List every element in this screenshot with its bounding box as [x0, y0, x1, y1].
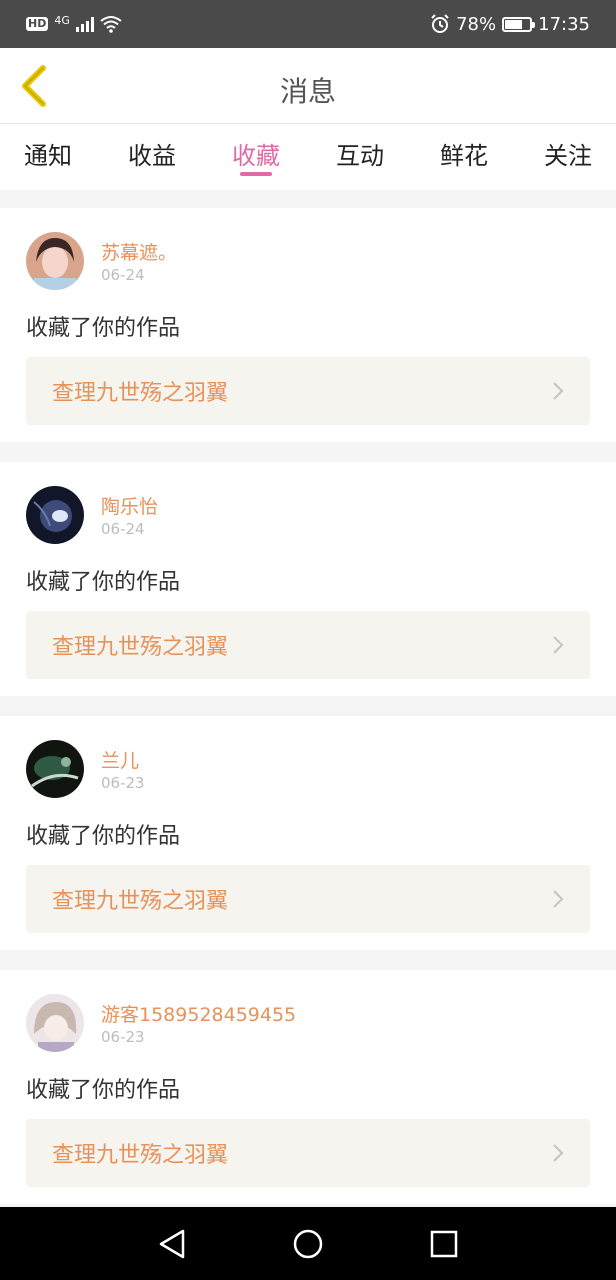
battery-percent: 78%: [456, 13, 497, 35]
action-text: 收藏了你的作品: [26, 570, 181, 595]
work-link[interactable]: 查理九世殇之羽翼: [26, 611, 590, 679]
timestamp: 06-23: [101, 1028, 145, 1046]
work-title: 查理九世殇之羽翼: [52, 1143, 229, 1168]
network-type: 4G: [54, 13, 70, 27]
work-title: 查理九世殇之羽翼: [52, 889, 229, 914]
work-title: 查理九世殇之羽翼: [52, 635, 229, 660]
chevron-right-icon: [553, 890, 564, 908]
tab-bar: 通知 收益 收藏 互动 鲜花 关注: [0, 124, 616, 190]
notification-card: 苏幕遮。 06-24 收藏了你的作品 查理九世殇之羽翼: [0, 208, 616, 442]
tab-earnings[interactable]: 收益: [128, 124, 176, 190]
tab-favorites[interactable]: 收藏: [232, 124, 280, 190]
status-bar: HD 4G 78% 17:35: [0, 0, 616, 48]
notification-card: 游客1589528459455 06-23 收藏了你的作品 查理九世殇之羽翼: [0, 970, 616, 1204]
chevron-right-icon: [553, 382, 564, 400]
avatar[interactable]: [26, 232, 84, 290]
action-text: 收藏了你的作品: [26, 316, 181, 341]
recents-square-icon: [430, 1230, 458, 1257]
home-circle-icon: [293, 1229, 323, 1258]
notification-card: 兰儿 06-23 收藏了你的作品 查理九世殇之羽翼: [0, 716, 616, 950]
avatar[interactable]: [26, 740, 84, 798]
chevron-right-icon: [553, 636, 564, 654]
work-link[interactable]: 查理九世殇之羽翼: [26, 357, 590, 425]
page-title: 消息: [279, 75, 336, 108]
back-triangle-icon: [159, 1229, 185, 1258]
work-link[interactable]: 查理九世殇之羽翼: [26, 865, 590, 933]
tab-follow[interactable]: 关注: [544, 124, 592, 190]
battery-icon: [502, 16, 536, 32]
header: 消息: [0, 48, 616, 124]
nav-back-button[interactable]: [150, 1222, 194, 1266]
avatar[interactable]: [26, 994, 84, 1052]
timestamp: 06-24: [101, 520, 145, 538]
work-title: 查理九世殇之羽翼: [52, 381, 229, 406]
username[interactable]: 陶乐怡: [101, 492, 158, 519]
notification-card: 陶乐怡 06-24 收藏了你的作品 查理九世殇之羽翼: [0, 462, 616, 696]
notification-list: 苏幕遮。 06-24 收藏了你的作品 查理九世殇之羽翼 陶乐怡 06-24 收藏…: [0, 208, 616, 1224]
tab-interaction[interactable]: 互动: [336, 124, 384, 190]
tab-notice[interactable]: 通知: [24, 124, 72, 190]
avatar[interactable]: [26, 486, 84, 544]
timestamp: 06-24: [101, 266, 145, 284]
alarm-icon: [431, 14, 449, 33]
username[interactable]: 兰儿: [101, 746, 139, 773]
signal-icon: [75, 16, 94, 32]
navigation-bar: [0, 1207, 616, 1280]
timestamp: 06-23: [101, 774, 145, 792]
nav-recents-button[interactable]: [422, 1222, 466, 1266]
tab-flowers[interactable]: 鲜花: [440, 124, 488, 190]
clock-time: 17:35: [538, 13, 590, 35]
work-link[interactable]: 查理九世殇之羽翼: [26, 1119, 590, 1187]
chevron-right-icon: [553, 1144, 564, 1162]
hd-icon: HD: [26, 17, 49, 31]
action-text: 收藏了你的作品: [26, 1078, 181, 1103]
action-text: 收藏了你的作品: [26, 824, 181, 849]
nav-home-button[interactable]: [286, 1222, 330, 1266]
username[interactable]: 苏幕遮。: [101, 238, 177, 265]
wifi-icon: [100, 16, 122, 33]
username[interactable]: 游客1589528459455: [101, 1000, 296, 1027]
